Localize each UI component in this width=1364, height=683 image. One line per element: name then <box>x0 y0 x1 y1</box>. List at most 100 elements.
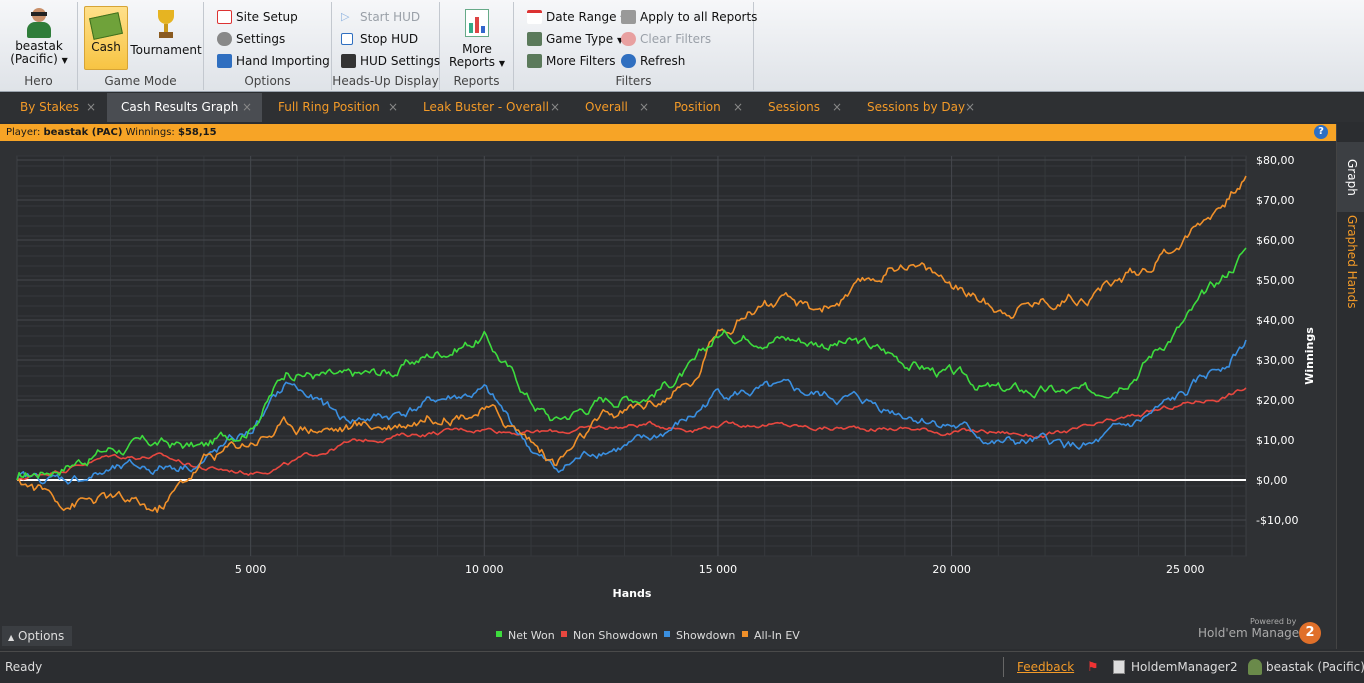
y-tick-label: $50,00 <box>1256 274 1295 287</box>
close-icon[interactable]: × <box>832 93 842 122</box>
legend-label: Net Won <box>508 629 555 642</box>
close-icon[interactable]: × <box>639 93 649 122</box>
hand-importing-button[interactable]: Hand Importing <box>216 51 330 71</box>
close-icon[interactable]: × <box>86 93 96 122</box>
game-type-label: Game Type <box>546 32 614 46</box>
tab-overall[interactable]: Overall × <box>571 93 659 122</box>
help-icon[interactable]: ? <box>1314 125 1328 139</box>
group-label-reports: Reports <box>453 74 500 88</box>
tab-by-stakes[interactable]: By Stakes × <box>6 93 106 122</box>
x-axis-label: Hands <box>613 587 652 600</box>
legend-label: All-In EV <box>754 629 800 642</box>
hm2-logo-text: Hold'em Manager <box>1198 626 1305 640</box>
close-icon[interactable]: × <box>242 93 252 122</box>
tab-sessions[interactable]: Sessions × <box>754 93 852 122</box>
group-label-hero: Hero <box>24 74 53 88</box>
active-player[interactable]: beastak (Pacific) <box>1266 652 1364 683</box>
clear-filters-label: Clear Filters <box>640 32 712 46</box>
apply-all-icon <box>621 10 636 24</box>
tab-label: Cash Results Graph <box>121 100 239 114</box>
x-tick-label: 5 000 <box>235 563 267 576</box>
options-toggle-button[interactable]: ▲ Options <box>2 626 72 646</box>
close-icon[interactable]: × <box>388 93 398 122</box>
start-hud-label: Start HUD <box>360 10 421 24</box>
y-tick-label: $20,00 <box>1256 394 1295 407</box>
y-tick-label: $10,00 <box>1256 434 1295 447</box>
hero-group: beastak (Pacific) ▼ Hero <box>0 2 78 90</box>
close-icon[interactable]: × <box>965 93 975 122</box>
filter-icon <box>527 54 542 68</box>
group-label-game-mode: Game Mode <box>104 74 177 88</box>
clear-filters-button[interactable]: Clear Filters <box>620 29 711 49</box>
play-icon: ▷ <box>341 10 350 23</box>
tab-label: Leak Buster - Overall <box>423 100 549 114</box>
legend-label: Non Showdown <box>573 629 658 642</box>
date-range-button[interactable]: Date Range ▼ <box>526 7 627 27</box>
player-avatar-icon <box>1248 659 1262 675</box>
tab-label: Sessions by Day <box>867 100 966 114</box>
tab-label: By Stakes <box>20 100 79 114</box>
hero-button[interactable]: beastak (Pacific) ▼ <box>4 6 74 72</box>
results-graph: 5 000 10 000 15 000 20 000 25 000 -$10,00 $0,… <box>16 154 1316 642</box>
cash-label: Cash <box>91 40 121 54</box>
clear-icon <box>621 32 636 46</box>
y-tick-label: $80,00 <box>1256 154 1295 167</box>
stop-icon <box>341 33 353 45</box>
site-setup-label: Site Setup <box>236 10 298 24</box>
tab-cash-results-graph[interactable]: Cash Results Graph × <box>107 93 262 122</box>
hud-settings-button[interactable]: HUD Settings <box>340 51 440 71</box>
tab-full-ring-position[interactable]: Full Ring Position × <box>264 93 408 122</box>
feedback-link[interactable]: Feedback <box>1017 652 1074 683</box>
gear-icon <box>217 32 232 46</box>
player-name: beastak (PAC) <box>43 127 123 138</box>
status-divider <box>1003 657 1004 677</box>
tab-position[interactable]: Position × <box>660 93 753 122</box>
stop-hud-button[interactable]: Stop HUD <box>340 29 418 49</box>
apply-all-reports-button[interactable]: Apply to all Reports <box>620 7 757 27</box>
settings-label: Settings <box>236 32 286 46</box>
winnings-value: $58,15 <box>177 127 217 138</box>
tournament-mode-button[interactable]: Tournament <box>130 6 202 70</box>
cash-mode-button[interactable]: Cash <box>84 6 128 70</box>
hero-site: (Pacific) <box>10 52 58 66</box>
close-icon[interactable]: × <box>733 93 743 122</box>
player-summary-bar: Player: beastak (PAC) Winnings: $58,15 ? <box>0 124 1336 141</box>
y-tick-label: $70,00 <box>1256 194 1295 207</box>
game-mode-group: Cash Tournament Game Mode <box>78 2 204 90</box>
close-icon[interactable]: × <box>550 93 560 122</box>
refresh-button[interactable]: Refresh <box>620 51 685 71</box>
tab-label: Sessions <box>768 100 821 114</box>
y-tick-label: $60,00 <box>1256 234 1295 247</box>
x-tick-label: 10 000 <box>465 563 504 576</box>
avatar <box>25 8 53 38</box>
x-tick-label: 20 000 <box>932 563 971 576</box>
game-type-icon <box>527 32 542 46</box>
tab-label: Position <box>674 100 721 114</box>
report-tabs: By Stakes × Cash Results Graph × Full Ring… <box>0 93 1364 122</box>
database-icon <box>1113 660 1125 674</box>
group-label-filters: Filters <box>615 74 652 88</box>
database-name[interactable]: HoldemManager2 <box>1131 652 1238 683</box>
player-label: Player: <box>6 127 41 138</box>
ribbon-toolbar: beastak (Pacific) ▼ Hero Cash Tournament… <box>0 0 1364 92</box>
tab-sessions-by-day[interactable]: Sessions by Day × <box>853 93 985 122</box>
chevron-down-icon: ▼ <box>498 59 505 68</box>
trophy-icon <box>156 10 176 40</box>
site-setup-button[interactable]: Site Setup <box>216 7 298 27</box>
side-tab-graphed-hands[interactable]: Graphed Hands <box>1337 212 1364 312</box>
chart-legend: Net Won Non Showdown Showdown All-In EV <box>496 629 800 642</box>
side-tab-graph[interactable]: Graph <box>1337 142 1364 212</box>
more-filters-label: More Filters <box>546 54 616 68</box>
more-filters-button[interactable]: More Filters <box>526 51 616 71</box>
legend-swatch <box>742 631 748 637</box>
flag-icon[interactable]: ⚑ <box>1087 652 1099 683</box>
x-tick-label: 15 000 <box>699 563 738 576</box>
more-reports-button[interactable]: More Reports ▼ <box>446 6 508 72</box>
tab-leak-buster-overall[interactable]: Leak Buster - Overall × <box>409 93 570 122</box>
start-hud-button[interactable]: ▷ Start HUD <box>340 7 420 27</box>
options-label: Options <box>17 629 65 643</box>
refresh-icon <box>621 54 636 68</box>
game-type-button[interactable]: Game Type ▼ <box>526 29 623 49</box>
calendar-icon <box>527 10 542 24</box>
settings-button[interactable]: Settings <box>216 29 285 49</box>
